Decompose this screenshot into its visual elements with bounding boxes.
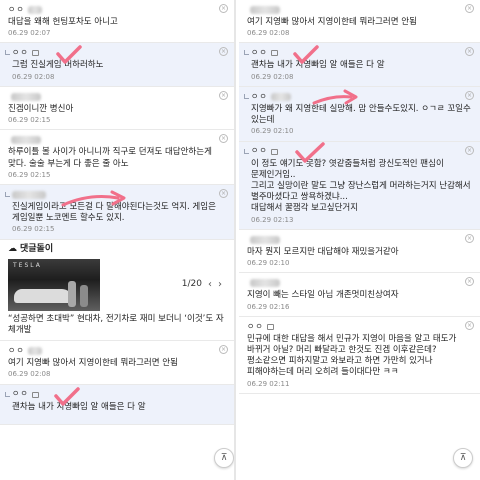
comment-date: 06.29 02:16 bbox=[247, 302, 290, 311]
blurred-id bbox=[270, 92, 291, 101]
close-icon[interactable]: × bbox=[465, 90, 474, 100]
reply-comment: × 진실게임이라고 모든걸 다 말해야된다는것도 억지. 게임은 게임일뿐 노코… bbox=[0, 185, 234, 240]
comment-date: 06.29 02:08 bbox=[247, 29, 290, 38]
comment-date: 06.29 02:07 bbox=[8, 29, 51, 38]
reply-comment: ㅇㅇ × 괜차늠 내가 지영빠임 알 애들은 다 알 06.29 02:08 bbox=[239, 43, 480, 87]
blurred-id bbox=[12, 191, 46, 200]
comment: ㅇㅇ × 대답을 왜해 헌팅포차도 아니고 06.29 02:07 bbox=[0, 0, 234, 44]
nickname: ㅇㅇ bbox=[247, 321, 264, 331]
nickname: ㅇㅇ bbox=[12, 48, 29, 58]
comment: × 지영이 빼는 스타일 아님 개존멋미친상여자 06.29 02:16 bbox=[239, 273, 480, 317]
blurred-id bbox=[27, 347, 42, 356]
thumbnail-brand-text: TESLA bbox=[13, 261, 42, 269]
news-headline-link[interactable]: “성공하면 초대박” 현대차, 전기차로 재미 보더니 ‘이것’도 자체개발 bbox=[8, 314, 226, 336]
news-pager: 1/20 ‹ › bbox=[182, 278, 226, 291]
comment-date: 06.29 02:10 bbox=[251, 127, 294, 136]
news-card: ☁ 댓글돌이 TESLA 1/20 ‹ › “성공하면 초대박” 현대차, 전기차… bbox=[0, 239, 234, 342]
comment: × 진겜이니깐 병신아 06.29 02:15 bbox=[0, 86, 234, 131]
comment-date: 06.29 02:08 bbox=[8, 370, 51, 379]
nickname: ㅇㅇ bbox=[12, 389, 29, 399]
close-icon[interactable]: × bbox=[219, 189, 228, 199]
comment-text: 민규에 대한 대답을 해서 민규가 지영이 마음을 알고 태도가 바뀌거 아닐?… bbox=[247, 333, 457, 378]
comment-text: 괜차늠 내가 지영빠임 알 애들은 다 알 bbox=[251, 60, 385, 71]
nickname: ㅇㅇ bbox=[8, 4, 25, 14]
comment: × 마자 뭔지 모르지만 대답해야 재밌을거같아 06.29 02:10 bbox=[239, 229, 480, 274]
right-panel: × 여기 지영빠 많아서 지영이한테 뭐라그러면 안됨 06.29 02:08 … bbox=[239, 0, 480, 480]
reply-comment: ㅇㅇ × 그럼 진실게임 머하러하노 06.29 02:08 bbox=[0, 43, 234, 87]
comment-text: 마자 뭔지 모르지만 대답해야 재밌을거같아 bbox=[247, 246, 399, 257]
blurred-id bbox=[11, 136, 41, 145]
next-arrow-icon[interactable]: › bbox=[218, 278, 222, 291]
badge-icon bbox=[270, 50, 278, 57]
reply-comment: ㅇㅇ × 이 정도 얘기도 못함? 엿같줌들처럼 광신도적인 팬심이 문제인거임… bbox=[239, 141, 480, 230]
comment-date: 06.29 02:15 bbox=[8, 116, 51, 125]
scroll-top-button[interactable]: ⊼ bbox=[214, 448, 234, 468]
reply-comment: ㅇㅇ 괜차늠 내가 지영빠임 알 애들은 다 알 bbox=[0, 384, 234, 425]
check-mark-icon bbox=[293, 45, 319, 65]
comment-date: 06.29 02:08 bbox=[12, 72, 55, 81]
blurred-id bbox=[250, 6, 280, 14]
badge-icon bbox=[31, 391, 39, 398]
close-icon[interactable]: × bbox=[465, 233, 474, 243]
check-mark-icon bbox=[54, 386, 80, 406]
comment-date: 06.29 02:15 bbox=[12, 225, 55, 234]
reply-comment: ㅇㅇ × 지영빠가 왜 지영한테 실망해. 맘 안들수도있지. ㅇㄱㄹ 꼬일수 … bbox=[239, 86, 480, 142]
comment-text: 하루이틀 볼 사이가 아니니까 직구로 던져도 대답안하는게 맞다. 술술 부는… bbox=[8, 147, 212, 169]
comment-text: 괜차늠 내가 지영빠임 알 애들은 다 알 bbox=[12, 401, 146, 412]
comment: ㅇㅇ × 여기 지영빠 많아서 지영이한테 뭐라그러면 안됨 06.29 02:… bbox=[0, 341, 234, 385]
page-indicator: 1/20 bbox=[181, 278, 202, 289]
nickname: ㅇㅇ bbox=[251, 48, 268, 58]
comment-date: 06.29 02:15 bbox=[8, 170, 51, 179]
close-icon[interactable]: × bbox=[465, 4, 474, 13]
close-icon[interactable]: × bbox=[465, 320, 474, 330]
badge-icon bbox=[31, 50, 39, 57]
comment-text: 여기 지영빠 많아서 지영이한테 뭐라그러면 안됨 bbox=[247, 17, 417, 27]
news-section-title: 댓글돌이 bbox=[20, 243, 54, 254]
badge-icon bbox=[266, 323, 274, 330]
nickname: ㅇㅇ bbox=[251, 91, 268, 101]
comment: × 여기 지영빠 많아서 지영이한테 뭐라그러면 안됨 06.29 02:08 bbox=[239, 0, 480, 44]
blurred-id bbox=[11, 92, 41, 101]
nickname: ㅇㅇ bbox=[8, 345, 25, 355]
close-icon[interactable]: × bbox=[219, 90, 228, 100]
comment: × 하루이틀 볼 사이가 아니니까 직구로 던져도 대답안하는게 맞다. 술술 … bbox=[0, 130, 234, 186]
blurred-id bbox=[250, 235, 280, 244]
comment-bot-icon: ☁ bbox=[8, 243, 17, 254]
comment-text: 여기 지영빠 많아서 지영이한테 뭐라그러면 안됨 bbox=[8, 358, 178, 369]
close-icon[interactable]: × bbox=[219, 4, 228, 13]
comment: ㅇㅇ × 민규에 대한 대답을 해서 민규가 지영이 마음을 알고 태도가 바뀌… bbox=[239, 316, 480, 394]
prev-arrow-icon[interactable]: ‹ bbox=[208, 278, 212, 291]
comment-text: 그럼 진실게임 머하러하노 bbox=[12, 60, 104, 71]
blurred-id bbox=[250, 279, 280, 288]
arrow-mark-icon bbox=[61, 190, 126, 207]
comment-text: 진겜이니깐 병신아 bbox=[8, 103, 74, 114]
comment-text: 이 정도 얘기도 못함? 엿같줌들처럼 광신도적인 팬심이 문제인거임.. 그리… bbox=[251, 158, 471, 214]
blurred-id bbox=[27, 6, 42, 14]
comment-date: 06.29 02:13 bbox=[251, 215, 294, 224]
comment-text: 지영빠가 왜 지영한테 실망해. 맘 안들수도있지. ㅇㄱㄹ 꼬일수 있는데 bbox=[251, 103, 471, 126]
badge-icon bbox=[270, 148, 278, 155]
news-thumbnail[interactable]: TESLA bbox=[8, 258, 100, 311]
nickname: ㅇㅇ bbox=[251, 146, 268, 156]
arrow-mark-icon bbox=[312, 89, 358, 105]
comment-date: 06.29 02:08 bbox=[251, 72, 294, 81]
person-shape bbox=[68, 280, 76, 307]
scroll-top-button[interactable]: ⊼ bbox=[453, 448, 473, 468]
comment-text: 지영이 빼는 스타일 아님 개존멋미친상여자 bbox=[247, 290, 399, 301]
car-shape bbox=[14, 288, 72, 303]
close-icon[interactable]: × bbox=[465, 145, 474, 155]
left-panel: ㅇㅇ × 대답을 왜해 헌팅포차도 아니고 06.29 02:07 ㅇㅇ × 그… bbox=[0, 0, 236, 480]
comment-date: 06.29 02:10 bbox=[247, 259, 290, 268]
check-mark-icon bbox=[56, 45, 82, 65]
person-shape bbox=[80, 284, 88, 307]
comment-date: 06.29 02:11 bbox=[247, 379, 290, 388]
comment-text: 대답을 왜해 헌팅포차도 아니고 bbox=[8, 17, 118, 27]
check-mark-icon bbox=[295, 141, 325, 163]
